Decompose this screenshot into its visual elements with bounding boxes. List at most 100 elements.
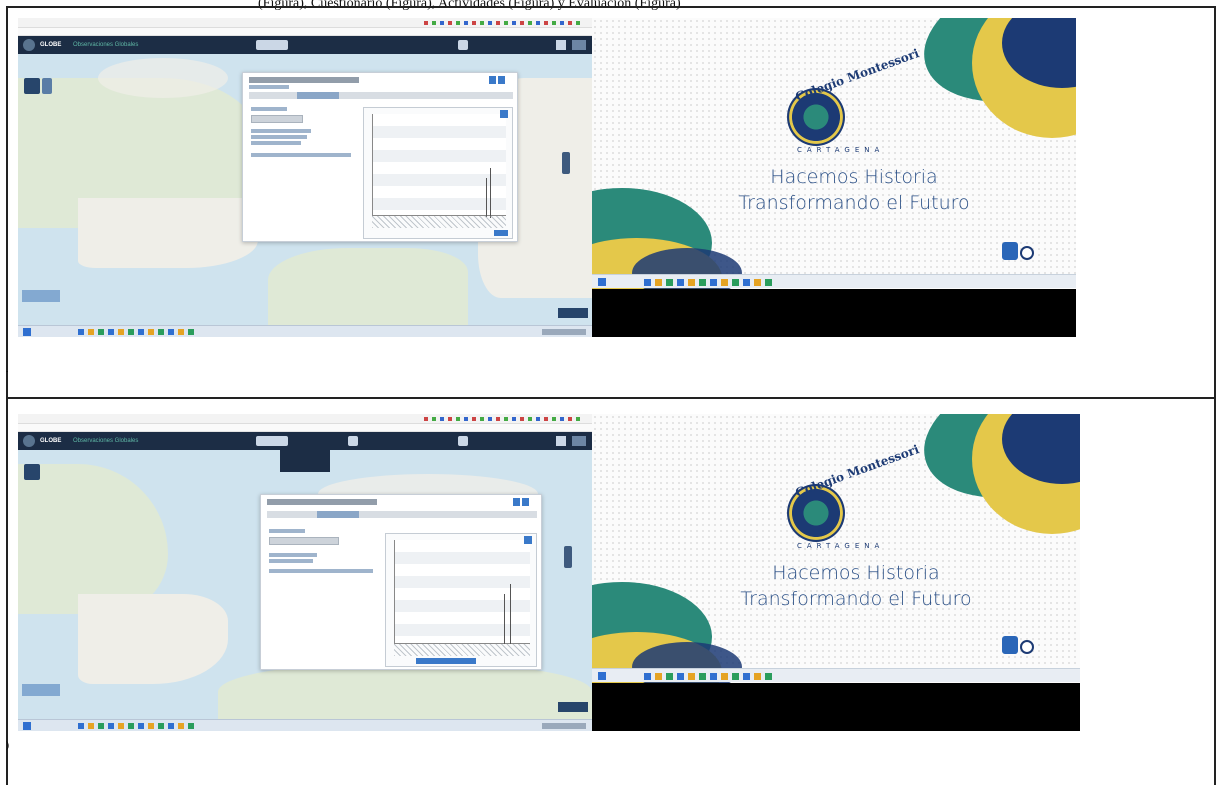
notification-icon[interactable] <box>458 40 468 50</box>
filter-select[interactable] <box>251 115 303 123</box>
school-slide-2: Colegio Montessori CARTAGENA Hacemos His… <box>592 414 1080 731</box>
globe-logo-icon[interactable] <box>23 435 35 447</box>
toolbar-data-button[interactable] <box>256 40 288 50</box>
toolbar-data-button[interactable] <box>256 436 288 446</box>
row-1-marker: . <box>6 364 9 374</box>
option-text-3 <box>251 141 301 145</box>
data-dialog <box>242 72 518 242</box>
dialog-window-controls[interactable] <box>513 498 535 506</box>
slide-taskbar <box>592 668 1080 682</box>
toolbar-dropdown[interactable] <box>280 450 330 472</box>
option-text-1[interactable] <box>269 553 317 557</box>
filter-label <box>251 107 287 111</box>
chart-menu-button[interactable] <box>500 110 508 118</box>
chart-spike-2 <box>510 584 511 644</box>
canada-landmass <box>98 58 228 98</box>
chart-spike-1 <box>504 594 505 644</box>
row-2-marker: ) <box>6 740 9 750</box>
chart-apply-button[interactable] <box>494 230 508 236</box>
slide-taskbar <box>592 274 1076 288</box>
windows-taskbar <box>18 719 592 731</box>
windows-start-icon[interactable] <box>598 672 606 680</box>
school-city: CARTAGENA <box>797 542 885 550</box>
taskbar-clock <box>542 329 586 335</box>
dialog-window-controls[interactable] <box>489 76 511 84</box>
chart-x-axis-labels <box>394 644 530 656</box>
taskbar-app-icons[interactable] <box>644 673 774 680</box>
camera-icon[interactable] <box>1002 636 1018 654</box>
globe-logo-icon[interactable] <box>23 39 35 51</box>
filter-select[interactable] <box>269 537 339 545</box>
windows-start-icon[interactable] <box>23 328 31 336</box>
windows-start-icon[interactable] <box>598 278 606 286</box>
app-name: GLOBE <box>40 42 62 48</box>
date-range-text <box>251 153 351 157</box>
browser-address-bar[interactable] <box>18 414 592 424</box>
data-dialog <box>260 494 542 670</box>
toolbar-layer-button[interactable] <box>348 436 358 446</box>
app-tagline: Observaciones Globales <box>73 438 139 444</box>
map-layers-button[interactable] <box>24 78 40 94</box>
app-header: GLOBE Observaciones Globales <box>18 432 592 450</box>
taskbar-app-icons[interactable] <box>78 723 198 729</box>
slide-tagline-1: Hacemos Historia <box>770 166 938 188</box>
user-menu[interactable] <box>556 40 586 50</box>
dialog-title <box>267 499 377 505</box>
browser-extension-icons[interactable] <box>424 417 584 421</box>
chart-apply-button[interactable] <box>416 658 476 664</box>
browser-extension-icons[interactable] <box>424 21 584 25</box>
slide-tagline-1: Hacemos Historia <box>772 562 940 584</box>
chart-spike-1 <box>486 178 487 218</box>
speaker-icon[interactable] <box>1020 246 1034 260</box>
side-panel-handle[interactable] <box>564 546 572 568</box>
dialog-tabs <box>267 511 537 518</box>
central-america-landmass <box>78 594 228 684</box>
map-scale <box>22 684 60 696</box>
option-text-1[interactable] <box>251 129 311 133</box>
windows-taskbar <box>18 325 592 337</box>
tab-active[interactable] <box>297 92 339 99</box>
slide-black-bar <box>592 683 1080 731</box>
app-tagline: Observaciones Globales <box>73 42 139 48</box>
table-row-divider <box>6 397 1216 399</box>
map-app-screenshot-2: GLOBE Observaciones Globales <box>18 414 592 731</box>
map-scale <box>22 290 60 302</box>
map-zoom-button[interactable] <box>42 78 52 94</box>
date-range-text <box>269 569 373 573</box>
chart-panel <box>363 107 513 239</box>
map-status-button[interactable] <box>558 308 588 318</box>
notification-icon[interactable] <box>458 436 468 446</box>
camera-icon[interactable] <box>1002 242 1018 260</box>
chart-x-axis-labels <box>372 216 506 228</box>
app-header: GLOBE Observaciones Globales <box>18 36 592 54</box>
chart-menu-button[interactable] <box>524 536 532 544</box>
taskbar-app-icons[interactable] <box>644 279 774 286</box>
map-status-button[interactable] <box>558 702 588 712</box>
bookmarks-bar[interactable] <box>18 424 592 432</box>
app-name: GLOBE <box>40 438 62 444</box>
mexico-landmass <box>18 464 168 614</box>
bookmarks-bar[interactable] <box>18 28 592 36</box>
user-menu[interactable] <box>556 436 586 446</box>
map-layers-button[interactable] <box>24 464 40 480</box>
tab-active[interactable] <box>317 511 359 518</box>
slide-tagline-2: Transformando el Futuro <box>740 588 972 610</box>
dialog-tabs <box>249 92 513 99</box>
side-panel-handle[interactable] <box>562 152 570 174</box>
filter-label <box>269 529 305 533</box>
slide-tagline-2: Transformando el Futuro <box>738 192 970 214</box>
taskbar-app-icons[interactable] <box>78 329 198 335</box>
school-city: CARTAGENA <box>797 146 885 154</box>
windows-start-icon[interactable] <box>23 722 31 730</box>
school-slide-1: Colegio Montessori CARTAGENA Hacemos His… <box>592 18 1076 337</box>
speaker-icon[interactable] <box>1020 640 1034 654</box>
browser-address-bar[interactable] <box>18 18 592 28</box>
south-america-landmass <box>268 248 468 328</box>
chart-panel <box>385 533 537 667</box>
chart-spike-2 <box>490 168 491 218</box>
option-text-2 <box>251 135 307 139</box>
taskbar-clock <box>542 723 586 729</box>
gulf-coast-landmass <box>78 198 258 268</box>
dialog-title <box>249 77 359 83</box>
map-app-screenshot-1: GLOBE Observaciones Globales <box>18 18 592 337</box>
